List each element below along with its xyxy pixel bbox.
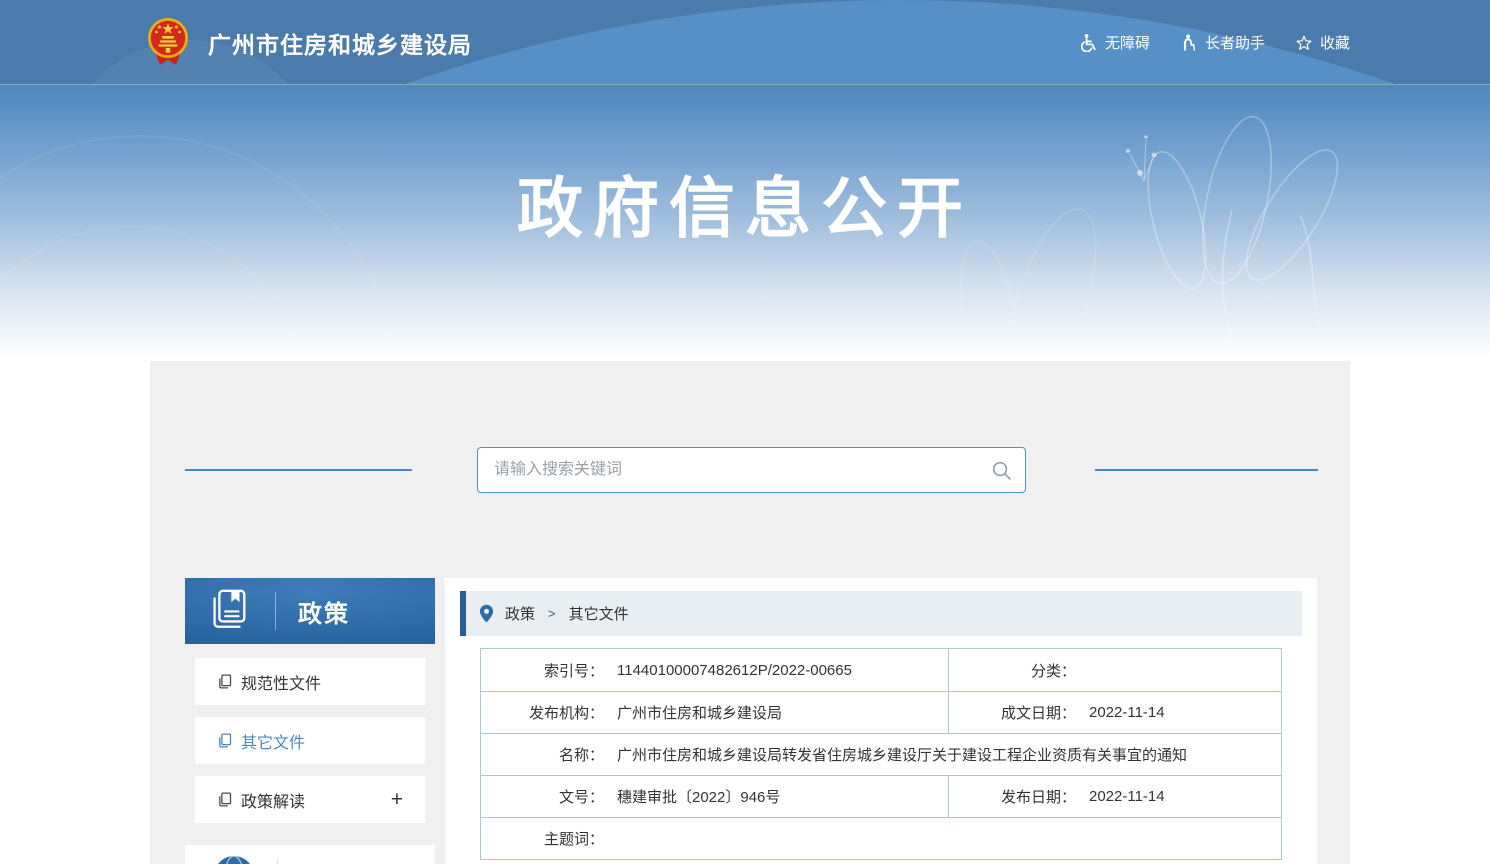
elder-helper-label: 长者助手 [1205,32,1265,53]
content-container: 政策 规范性文件 其它文件 [150,361,1350,864]
sidebar-section-gov-info[interactable]: 政府信息公开 [185,845,435,864]
field-value: 穗建审批〔2022〕946号 [617,786,780,807]
field-label: 文号： [481,786,604,807]
breadcrumb-separator: > [548,606,556,621]
site-header: 广州市住房和城乡建设局 无障碍 [0,0,1490,85]
document-icon [217,674,232,689]
field-label: 成文日期： [949,702,1076,723]
banner: 政府信息公开 [0,85,1490,361]
field-category: 分类： [948,649,1281,691]
expand-plus-icon[interactable]: + [391,789,403,810]
breadcrumb: 政策 > 其它文件 [460,591,1302,636]
field-label: 发布日期： [949,786,1076,807]
search-box [477,447,1026,493]
field-publish-date: 发布日期： 2022-11-14 [948,775,1281,817]
favorite-label: 收藏 [1320,32,1350,53]
divider [277,859,278,864]
field-written-date: 成文日期： 2022-11-14 [948,691,1281,733]
field-publisher: 发布机构： 广州市住房和城乡建设局 [481,691,948,733]
field-document-title: 名称： 广州市住房和城乡建设局转发省住房城乡建设厅关于建设工程企业资质有关事宜的… [481,733,1281,775]
sidebar-item-policy-interpretation[interactable]: 政策解读 + [195,776,425,823]
sidebar: 政策 规范性文件 其它文件 [185,578,435,864]
sidebar-item-label: 规范性文件 [241,670,321,694]
search-button[interactable] [977,448,1025,492]
elder-person-icon [1180,33,1198,52]
document-icon [217,792,232,807]
sidebar-item-label: 政策解读 [241,788,305,812]
detail-table: 索引号： 11440100007482612P/2022-00665 分类： 发… [480,648,1282,860]
star-icon [1295,34,1313,52]
page-title: 政府信息公开 [0,155,1490,251]
document-icon [217,733,232,748]
national-emblem-icon [147,17,189,72]
field-label: 发布机构： [481,702,604,723]
sidebar-item-regulatory-documents[interactable]: 规范性文件 [195,658,425,705]
field-keywords: 主题词： [481,817,1281,859]
header-links: 无障碍 长者助手 收藏 [1079,0,1350,85]
field-value: 广州市住房和城乡建设局转发省住房城乡建设厅关于建设工程企业资质有关事宜的通知 [617,744,1187,765]
accessibility-label: 无障碍 [1105,32,1150,53]
page: 广州市住房和城乡建设局 无障碍 [0,0,1490,864]
field-label: 名称： [481,744,604,765]
field-label: 索引号： [481,660,604,681]
sidebar-section-title: 政策 [298,594,350,629]
sidebar-item-other-documents[interactable]: 其它文件 [195,717,425,764]
globe-circle-icon [213,855,255,864]
field-value: 广州市住房和城乡建设局 [617,702,782,723]
book-icon [205,586,251,637]
breadcrumb-item-other-documents[interactable]: 其它文件 [569,603,629,624]
favorite-link[interactable]: 收藏 [1295,32,1350,53]
site-title[interactable]: 广州市住房和城乡建设局 [208,0,472,85]
breadcrumb-accent-bar [460,591,466,636]
field-value: 11440100007482612P/2022-00665 [617,662,852,679]
elder-helper-link[interactable]: 长者助手 [1180,32,1265,53]
field-value: 2022-11-14 [1089,704,1165,721]
location-pin-icon [479,604,494,623]
field-index-number: 索引号： 11440100007482612P/2022-00665 [481,649,948,691]
field-label: 主题词： [481,828,604,849]
detail-card: 政策 > 其它文件 索引号： 11440100007482612P/2022-0… [445,578,1317,864]
search-input[interactable] [478,448,977,492]
sidebar-section-policy[interactable]: 政策 [185,578,435,644]
divider-line-right [1095,469,1318,471]
sidebar-item-label: 其它文件 [241,729,305,753]
field-label: 分类： [949,660,1076,681]
accessibility-link[interactable]: 无障碍 [1079,32,1150,53]
breadcrumb-item-policy[interactable]: 政策 [505,603,535,624]
wheelchair-icon [1079,33,1098,52]
search-icon [990,459,1013,482]
divider-line-left [185,469,412,471]
field-value: 2022-11-14 [1089,788,1165,805]
field-doc-number: 文号： 穗建审批〔2022〕946号 [481,775,948,817]
divider [275,592,276,630]
